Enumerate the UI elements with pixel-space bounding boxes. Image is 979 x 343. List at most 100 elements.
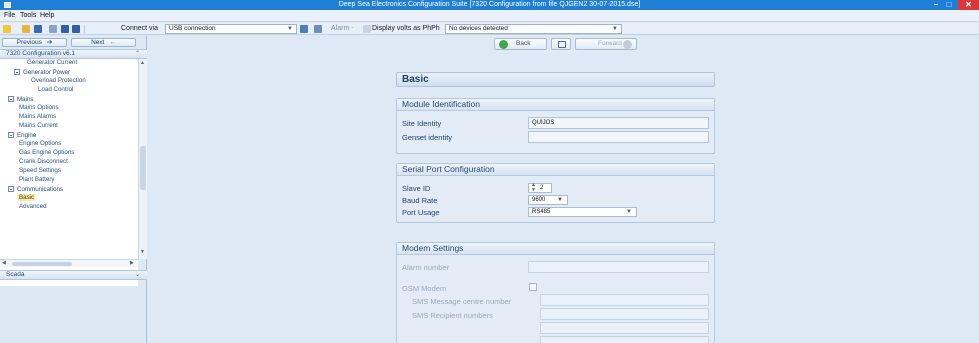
collapse-box-icon[interactable] <box>14 69 20 75</box>
tree-item-load-control[interactable]: Load Control <box>38 86 73 93</box>
new-file-icon[interactable] <box>3 25 11 33</box>
scrollbar-thumb[interactable] <box>12 262 72 266</box>
scroll-left-icon[interactable]: ◀ <box>2 260 6 266</box>
baud-rate-select[interactable]: 9600 ▼ <box>528 195 568 205</box>
tree-item-basic[interactable]: Basic <box>18 194 36 201</box>
tree-item-mains-options[interactable]: Mains Options <box>19 104 59 111</box>
toolbar: Connect via USB connection ▼ Alarm - Dis… <box>0 23 979 35</box>
tree-item-engine[interactable]: Engine <box>8 131 36 139</box>
baud-rate-label: Baud Rate <box>402 196 438 205</box>
home-icon <box>558 41 566 48</box>
baud-rate-value: 9600 <box>532 197 546 203</box>
tree-item-label: Engine <box>17 132 37 139</box>
next-button[interactable]: Next ← <box>71 38 136 47</box>
sms-centre-field <box>540 294 709 306</box>
collapse-box-icon[interactable] <box>8 132 14 138</box>
tree-item-crank-disconnect[interactable]: Crank Disconnect <box>19 158 68 165</box>
scroll-right-icon[interactable]: ▶ <box>130 260 134 266</box>
tree-item-generator-current[interactable]: Generator Current <box>27 59 77 66</box>
chevron-down-icon: ▼ <box>287 26 293 32</box>
minimize-button[interactable]: – <box>930 0 942 10</box>
module-identification-section: Module Identification Site Identity QUIJ… <box>396 98 715 154</box>
scada-header[interactable]: Scada ⌄ <box>0 270 147 280</box>
scada-title: Scada <box>6 271 25 278</box>
forward-label: Forward <box>598 40 622 47</box>
tree-vertical-scrollbar[interactable]: ▲ ▼ <box>138 59 147 259</box>
menu-bar: File Tools Help <box>0 10 979 22</box>
section-title: Modem Settings <box>397 243 714 255</box>
collapse-icon[interactable]: ⌃ <box>135 50 140 58</box>
connection-select[interactable]: USB connection ▼ <box>165 24 297 34</box>
tree-item-overload-protection[interactable]: Overload Protection <box>31 77 86 84</box>
gsm-modem-label: GSM Modem <box>402 284 447 293</box>
slave-id-label: Slave ID <box>402 184 431 193</box>
connect-icon[interactable] <box>300 25 308 33</box>
tree-item-label: Generator Power <box>23 69 71 76</box>
open-folder-icon[interactable] <box>22 25 30 33</box>
expand-icon[interactable]: ⌄ <box>135 271 140 279</box>
tree-item-label: Communications <box>17 186 64 193</box>
home-button[interactable] <box>551 38 571 50</box>
tree-header[interactable]: 7320 Configuration v6.1 ⌃ <box>0 49 147 59</box>
port-usage-select[interactable]: RS485 ▼ <box>528 207 637 217</box>
previous-label: Previous <box>16 39 42 46</box>
alarm-menu[interactable]: Alarm - <box>331 25 354 33</box>
tree-title: 7320 Configuration v6.1 <box>6 50 76 57</box>
devices-value: No devices detected <box>449 25 508 32</box>
forward-button[interactable]: Forward <box>575 38 637 50</box>
display-volts-icon[interactable] <box>363 25 371 33</box>
back-button[interactable]: Back <box>494 38 547 50</box>
tree-item-mains-alarms[interactable]: Mains Alarms <box>19 113 56 120</box>
main-panel: Back Forward Basic Module Identification… <box>148 36 979 343</box>
tree-horizontal-scrollbar[interactable]: ◀ ▶ <box>0 259 138 267</box>
tree-item-mains-current[interactable]: Mains Current <box>19 122 58 129</box>
tree-item-mains[interactable]: Mains <box>8 95 34 103</box>
site-identity-label: Site Identity <box>402 119 442 128</box>
collapse-box-icon[interactable] <box>8 96 14 102</box>
window-title: Deep Sea Electronics Configuration Suite… <box>338 1 641 8</box>
scroll-down-icon[interactable]: ▼ <box>140 249 145 255</box>
module-info-icon[interactable] <box>314 25 322 33</box>
print-icon[interactable] <box>49 25 57 33</box>
stepper-arrows-icon[interactable]: ▲ ▼ <box>531 183 536 193</box>
arrow-left-icon: ← <box>109 39 116 46</box>
tree-item-gas-engine-options[interactable]: Gas Engine Options <box>19 149 74 156</box>
modem-settings-section: Modem Settings Alarm number GSM Modem SM… <box>396 242 715 343</box>
menu-file[interactable]: File <box>4 12 15 20</box>
site-identity-field[interactable]: QUIJOS <box>528 117 709 129</box>
tree-item-advanced[interactable]: Advanced <box>19 203 47 210</box>
previous-button[interactable]: Previous ➔ <box>2 38 67 47</box>
slave-id-stepper[interactable]: ▲ ▼ 2 <box>528 183 552 193</box>
menu-help[interactable]: Help <box>40 12 54 20</box>
collapse-box-icon[interactable] <box>8 186 14 192</box>
sms-recipient-field-2 <box>540 322 709 334</box>
port-usage-label: Port Usage <box>402 208 440 217</box>
genset-identity-label: Genset identity <box>402 133 453 142</box>
genset-identity-field[interactable] <box>528 131 709 143</box>
save-icon[interactable] <box>34 25 42 33</box>
maximize-button[interactable]: □ <box>943 0 955 10</box>
tree-item-engine-options[interactable]: Engine Options <box>19 140 61 147</box>
section-title: Serial Port Configuration <box>397 164 714 176</box>
write-to-module-icon[interactable] <box>72 25 80 33</box>
sidebar: Previous ➔ Next ← 7320 Configuration v6.1 … <box>0 36 147 343</box>
connection-value: USB connection <box>169 25 216 32</box>
scrollbar-thumb[interactable] <box>140 146 146 190</box>
tree-item-plant-battery[interactable]: Plant Battery <box>19 176 54 183</box>
page-title: Basic <box>396 72 715 87</box>
tree-item-generator-power[interactable]: Generator Power <box>14 68 70 76</box>
read-from-module-icon[interactable] <box>61 25 69 33</box>
gsm-modem-checkbox[interactable] <box>529 283 537 291</box>
tree-item-label: Mains <box>17 96 34 103</box>
port-usage-value: RS485 <box>532 209 551 215</box>
chevron-down-icon: ▼ <box>612 26 618 32</box>
tree-item-speed-settings[interactable]: Speed Settings <box>19 167 61 174</box>
devices-select[interactable]: No devices detected ▼ <box>445 24 622 34</box>
tree-item-communications[interactable]: Communications <box>8 185 63 193</box>
display-volts-label: Display volts as PhPh <box>372 25 440 32</box>
scroll-up-icon[interactable]: ▲ <box>140 60 145 66</box>
close-button[interactable]: ✕ <box>958 0 979 10</box>
sms-centre-label: SMS Message centre number <box>412 297 512 306</box>
serial-port-section: Serial Port Configuration Slave ID ▲ ▼ 2 … <box>396 163 715 223</box>
menu-tools[interactable]: Tools <box>20 12 36 20</box>
